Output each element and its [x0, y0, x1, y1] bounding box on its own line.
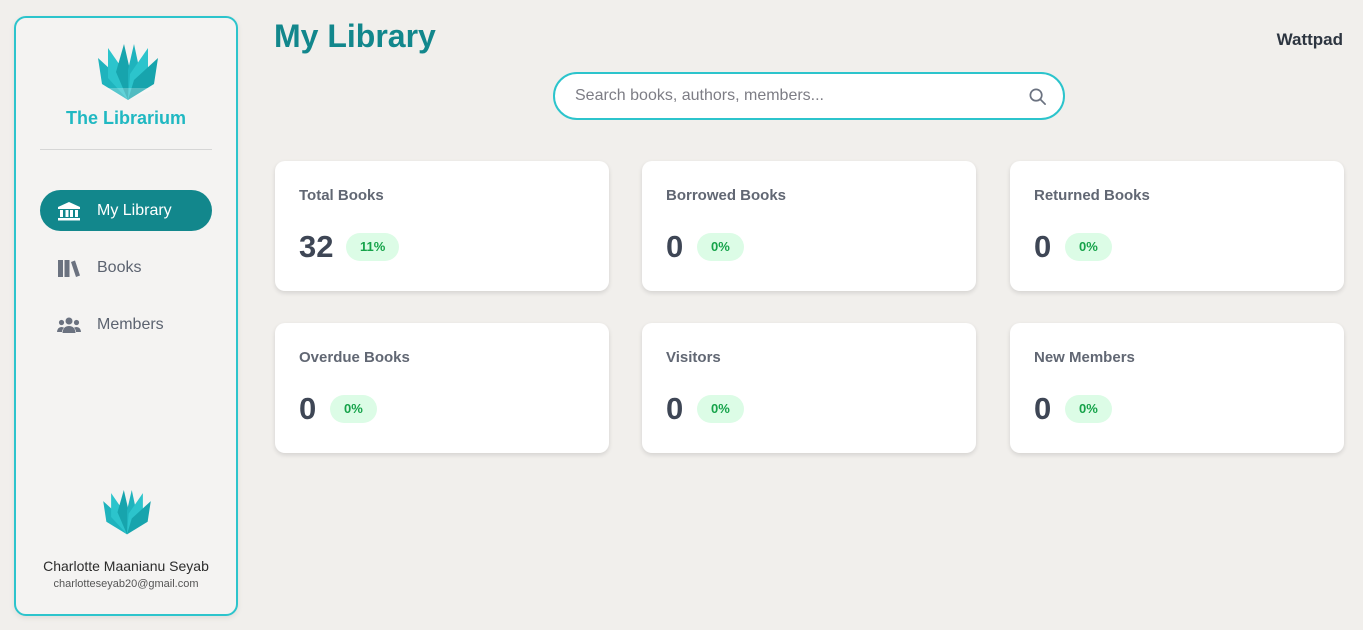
search-icon[interactable]: [1028, 87, 1047, 106]
sidebar-divider: [40, 149, 212, 150]
stat-card-returned-books: Returned Books 0 0%: [1010, 161, 1344, 291]
stat-card-title: Visitors: [666, 349, 721, 366]
open-book-logo-icon: [98, 44, 158, 100]
stat-card-change-badge: 0%: [697, 233, 744, 261]
stat-card-change-badge: 0%: [697, 395, 744, 423]
stat-card-total-books: Total Books 32 11%: [275, 161, 609, 291]
sidebar: The Librarium My Library Books Members C…: [14, 16, 238, 616]
stat-card-value: 0: [1034, 229, 1052, 264]
stat-card-value: 0: [299, 391, 317, 426]
members-icon: [56, 314, 82, 336]
stat-card-new-members: New Members 0 0%: [1010, 323, 1344, 453]
stat-card-change-badge: 0%: [330, 395, 377, 423]
stat-card-value: 0: [1034, 391, 1052, 426]
stat-card-value: 0: [666, 229, 684, 264]
sidebar-item-books[interactable]: Books: [40, 247, 212, 288]
stat-card-change-badge: 11%: [346, 233, 400, 261]
sidebar-item-my-library[interactable]: My Library: [40, 190, 212, 231]
stat-card-value: 0: [666, 391, 684, 426]
user-avatar-book-icon: [103, 490, 151, 535]
search-input[interactable]: [575, 74, 1015, 118]
stat-card-title: Total Books: [299, 187, 384, 204]
stat-card-title: New Members: [1034, 349, 1135, 366]
stat-card-title: Borrowed Books: [666, 187, 787, 204]
stat-card-change-badge: 0%: [1065, 233, 1112, 261]
brand-name: The Librarium: [65, 108, 186, 128]
page-title: My Library: [274, 18, 436, 54]
sidebar-item-label: My Library: [97, 201, 172, 219]
stat-card-title: Returned Books: [1034, 187, 1150, 204]
wattpad-link[interactable]: Wattpad: [1277, 30, 1343, 50]
library-building-icon: [56, 200, 82, 222]
stat-card-borrowed-books: Borrowed Books 0 0%: [642, 161, 976, 291]
sidebar-item-label: Books: [97, 258, 142, 276]
user-email: charlotteseyab20@gmail.com: [53, 578, 199, 590]
user-name: Charlotte Maanianu Seyab: [43, 558, 209, 574]
search-bar: [553, 72, 1065, 120]
stat-card-title: Overdue Books: [299, 349, 410, 366]
stat-card-change-badge: 0%: [1065, 395, 1112, 423]
sidebar-item-label: Members: [97, 315, 164, 333]
stat-card-overdue-books: Overdue Books 0 0%: [275, 323, 609, 453]
books-icon: [56, 257, 82, 279]
stat-card-value: 32: [299, 229, 334, 264]
sidebar-item-members[interactable]: Members: [40, 304, 212, 345]
stat-card-visitors: Visitors 0 0%: [642, 323, 976, 453]
